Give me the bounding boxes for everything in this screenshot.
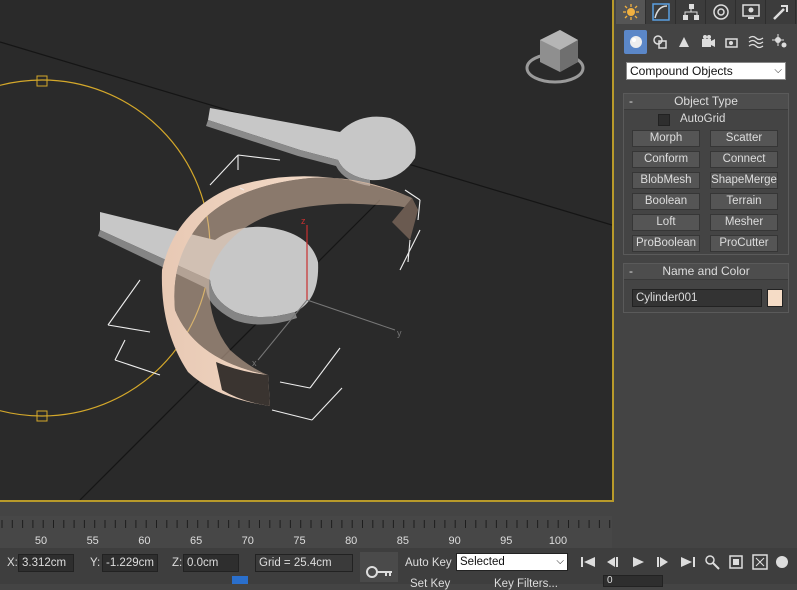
selection-set-value: Selected bbox=[460, 556, 505, 568]
connect-button[interactable]: Connect bbox=[710, 151, 778, 168]
name-and-color-rollout: - Name and Color Cylinder001 bbox=[623, 263, 789, 313]
zoom-icon[interactable] bbox=[701, 552, 723, 572]
create-subtabs bbox=[624, 30, 794, 54]
utilities-tab-icon[interactable] bbox=[766, 0, 796, 24]
spacewarps-icon[interactable] bbox=[744, 30, 767, 54]
blobmesh-button[interactable]: BlobMesh bbox=[632, 172, 700, 189]
collapse-icon: - bbox=[629, 94, 633, 108]
viewport-scene: z y x bbox=[0, 30, 612, 500]
hierarchy-tab-icon[interactable] bbox=[676, 0, 706, 24]
motion-tab-icon[interactable] bbox=[706, 0, 736, 24]
svg-text:z: z bbox=[301, 216, 306, 226]
timeline-tick-label: 75 bbox=[293, 535, 305, 547]
shapes-icon[interactable] bbox=[648, 30, 671, 54]
key-mode-button[interactable] bbox=[360, 552, 398, 582]
timeline-tick-label: 65 bbox=[190, 535, 202, 547]
helpers-icon[interactable] bbox=[720, 30, 743, 54]
boolean-button[interactable]: Boolean bbox=[632, 193, 700, 210]
previous-frame-icon[interactable] bbox=[602, 552, 624, 572]
object-type-rollout: - Object Type AutoGrid Morph Scatter Con… bbox=[623, 93, 789, 255]
timeline-tick-label: 90 bbox=[448, 535, 460, 547]
key-filters-button[interactable]: Key Filters... bbox=[494, 578, 558, 590]
command-panel-tabs bbox=[616, 0, 797, 24]
key-shape-back[interactable] bbox=[208, 108, 416, 181]
timeline-tick-label: 95 bbox=[500, 535, 512, 547]
modify-tab-icon[interactable] bbox=[646, 0, 676, 24]
object-color-swatch[interactable] bbox=[767, 289, 783, 307]
timeline-tick-label: 50 bbox=[35, 535, 47, 547]
collapse-icon: - bbox=[629, 264, 633, 278]
systems-icon[interactable] bbox=[768, 30, 791, 54]
shapemerge-button[interactable]: ShapeMerge bbox=[710, 172, 778, 189]
selection-set-dropdown[interactable]: Selected ⌵ bbox=[456, 553, 568, 571]
auto-key-button[interactable]: Auto Key bbox=[405, 557, 452, 569]
z-coord-field[interactable]: 0.0cm bbox=[183, 554, 239, 572]
spline-vertex-top[interactable] bbox=[36, 75, 48, 87]
grid-size-display: Grid = 25.4cm bbox=[255, 554, 353, 572]
name-and-color-title: Name and Color bbox=[662, 264, 750, 278]
procutter-button[interactable]: ProCutter bbox=[710, 235, 778, 252]
timeline-tick-label: 85 bbox=[397, 535, 409, 547]
timeline-ruler[interactable]: 50 55 60 65 70 75 80 85 90 95 100 bbox=[0, 516, 612, 548]
y-coord-field[interactable]: -1.229cm bbox=[102, 554, 158, 572]
timeline-ticks: 50 55 60 65 70 75 80 85 90 95 100 bbox=[1, 520, 611, 547]
goto-start-icon[interactable] bbox=[577, 552, 599, 572]
zoom-extents-icon[interactable] bbox=[725, 552, 747, 572]
category-dropdown[interactable]: Compound Objects ⌵ bbox=[626, 62, 786, 80]
chevron-down-icon: ⌵ bbox=[774, 65, 782, 76]
object-type-rollout-header[interactable]: - Object Type bbox=[624, 94, 788, 110]
proboolean-button[interactable]: ProBoolean bbox=[632, 235, 700, 252]
timeline-tick-label: 55 bbox=[87, 535, 99, 547]
mesher-button[interactable]: Mesher bbox=[710, 214, 778, 231]
key-icon bbox=[366, 566, 392, 578]
z-coord-label: Z: bbox=[172, 557, 183, 569]
next-frame-icon[interactable] bbox=[652, 552, 674, 572]
svg-text:x: x bbox=[252, 358, 257, 368]
display-tab-icon[interactable] bbox=[736, 0, 766, 24]
geometry-icon[interactable] bbox=[624, 30, 647, 54]
timeline-tick-label: 70 bbox=[242, 535, 254, 547]
autogrid-checkbox[interactable] bbox=[658, 114, 670, 126]
timeline-tick-label: 80 bbox=[345, 535, 357, 547]
current-frame-field[interactable]: 0 bbox=[603, 575, 663, 587]
object-name-field[interactable]: Cylinder001 bbox=[632, 289, 762, 307]
loft-button[interactable]: Loft bbox=[632, 214, 700, 231]
morph-button[interactable]: Morph bbox=[632, 130, 700, 147]
timeline-tick-label: 60 bbox=[138, 535, 150, 547]
maximize-viewport-icon[interactable] bbox=[749, 552, 771, 572]
command-panel: Compound Objects ⌵ - Object Type AutoGri… bbox=[616, 0, 797, 584]
name-and-color-rollout-header[interactable]: - Name and Color bbox=[624, 264, 788, 280]
conform-button[interactable]: Conform bbox=[632, 151, 700, 168]
cameras-icon[interactable] bbox=[696, 30, 719, 54]
svg-text:y: y bbox=[397, 328, 402, 338]
x-coord-field[interactable]: 3.312cm bbox=[18, 554, 74, 572]
playback-controls: 0 bbox=[573, 548, 797, 587]
terrain-button[interactable]: Terrain bbox=[710, 193, 778, 210]
timeline-tick-label: 100 bbox=[549, 535, 567, 547]
play-icon[interactable] bbox=[627, 552, 649, 572]
autogrid-label: AutoGrid bbox=[680, 113, 726, 125]
create-tab-icon[interactable] bbox=[616, 0, 646, 24]
y-coord-label: Y: bbox=[90, 557, 101, 569]
lights-icon[interactable] bbox=[672, 30, 695, 54]
goto-end-icon[interactable] bbox=[677, 552, 699, 572]
object-type-title: Object Type bbox=[674, 94, 738, 108]
pan-icon[interactable] bbox=[771, 552, 793, 572]
category-dropdown-value: Compound Objects bbox=[630, 64, 733, 78]
chevron-down-icon: ⌵ bbox=[556, 556, 564, 567]
x-coord-label: X: bbox=[7, 557, 18, 569]
perspective-viewport[interactable]: z y x bbox=[0, 0, 614, 502]
status-bar: X: 3.312cm Y: -1.229cm Z: 0.0cm Grid = 2… bbox=[0, 548, 616, 590]
viewcube[interactable] bbox=[525, 30, 585, 84]
scatter-button[interactable]: Scatter bbox=[710, 130, 778, 147]
set-key-button[interactable]: Set Key bbox=[410, 578, 450, 590]
isolate-toggle[interactable] bbox=[232, 576, 248, 584]
